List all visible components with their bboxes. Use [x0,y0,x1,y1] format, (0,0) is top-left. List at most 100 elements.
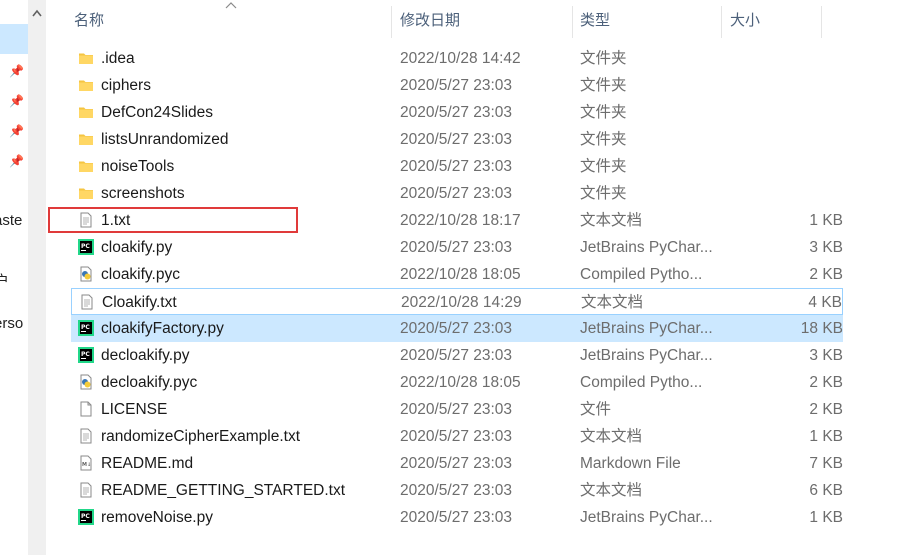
file-type: JetBrains PyChar... [580,509,713,526]
file-name: Cloakify.txt [102,294,177,311]
nav-item-label[interactable]: aste [0,212,22,229]
file-row[interactable]: .idea 2022/10/28 14:42 文件夹 [71,45,843,72]
file-size: 1 KB [809,212,843,229]
column-divider[interactable] [721,6,722,38]
pin-icon: 📌 [9,124,24,138]
file-size: 3 KB [809,347,843,364]
text-file-icon [78,428,94,444]
file-row[interactable]: PC removeNoise.py 2020/5/27 23:03 JetBrains… [71,504,843,531]
pin-icon: 📌 [9,94,24,108]
python-compiled-icon [78,374,94,390]
file-type: Markdown File [580,455,681,472]
file-type: 文件夹 [580,131,627,148]
pycharm-icon: PC [78,239,94,255]
file-type: 文本文档 [580,482,643,499]
column-divider[interactable] [391,6,392,38]
file-type: 文本文档 [580,428,643,445]
navigation-pane: 📌 📌 📌 📌 aste 户 erso [0,0,47,555]
file-type: 文件夹 [580,185,627,202]
file-row[interactable]: ciphers 2020/5/27 23:03 文件夹 [71,72,843,99]
file-name: removeNoise.py [101,509,213,526]
pin-icon: 📌 [9,64,24,78]
column-header-bar: 名称 修改日期 类型 大小 [47,0,911,40]
file-size: 2 KB [809,266,843,283]
file-row[interactable]: PC cloakify.py 2020/5/27 23:03 JetBrains Py… [71,234,843,261]
file-modified-date: 2020/5/27 23:03 [400,131,513,148]
file-name: randomizeCipherExample.txt [101,428,301,445]
file-type: 文件夹 [580,104,627,121]
svg-text:PC: PC [81,324,90,331]
nav-scrollbar[interactable] [28,0,46,555]
file-row[interactable]: LICENSE 2020/5/27 23:03 文件 2 KB [71,396,843,423]
nav-selected-item[interactable] [0,24,28,54]
column-header-size[interactable]: 大小 [730,0,760,40]
file-row[interactable]: M↓ README.md 2020/5/27 23:03 Markdown File 7… [71,450,843,477]
file-modified-date: 2022/10/28 18:17 [400,212,521,229]
pycharm-icon: PC [78,347,94,363]
file-type: JetBrains PyChar... [580,239,713,256]
file-row[interactable]: randomizeCipherExample.txt 2020/5/27 23:0… [71,423,843,450]
file-size: 2 KB [809,374,843,391]
file-row[interactable]: cloakify.pyc 2022/10/28 18:05 Compiled Pyt… [71,261,843,288]
file-modified-date: 2022/10/28 14:42 [400,50,521,67]
file-row[interactable]: Cloakify.txt 2022/10/28 14:29 文本文档 4 KB [71,288,843,315]
svg-text:PC: PC [81,243,90,250]
file-size: 1 KB [809,509,843,526]
file-name: cloakifyFactory.py [101,320,224,337]
pycharm-icon: PC [78,509,94,525]
file-size: 4 KB [808,294,842,311]
nav-item-label[interactable]: erso [0,315,23,332]
file-type: 文件夹 [580,158,627,175]
file-row[interactable]: PC cloakifyFactory.py 2020/5/27 23:03 JetBr… [71,315,843,342]
file-modified-date: 2020/5/27 23:03 [400,239,513,256]
file-name: README_GETTING_STARTED.txt [101,482,346,499]
file-modified-date: 2020/5/27 23:03 [400,347,513,364]
file-row[interactable]: noiseTools 2020/5/27 23:03 文件夹 [71,153,843,180]
blank-file-icon [78,401,94,417]
file-type: Compiled Pytho... [580,374,703,391]
file-name: noiseTools [101,158,175,175]
svg-text:PC: PC [81,351,90,358]
file-row[interactable]: screenshots 2020/5/27 23:03 文件夹 [71,180,843,207]
file-name: README.md [101,455,194,472]
file-row[interactable]: PC decloakify.py 2020/5/27 23:03 JetBrains … [71,342,843,369]
file-size: 2 KB [809,401,843,418]
file-type: Compiled Pytho... [580,266,703,283]
file-name: decloakify.py [101,347,190,364]
column-header-type[interactable]: 类型 [580,0,610,40]
file-row[interactable]: decloakify.pyc 2022/10/28 18:05 Compiled P… [71,369,843,396]
file-row[interactable]: listsUnrandomized 2020/5/27 23:03 文件夹 [71,126,843,153]
file-name: decloakify.pyc [101,374,198,391]
file-type: 文本文档 [581,294,644,311]
pycharm-icon: PC [78,320,94,336]
folder-icon [78,50,94,66]
file-type: 文本文档 [580,212,643,229]
file-name: cloakify.py [101,239,173,256]
annotation-highlight-box [48,207,298,233]
file-modified-date: 2020/5/27 23:03 [400,104,513,121]
file-row[interactable]: DefCon24Slides 2020/5/27 23:03 文件夹 [71,99,843,126]
pin-icon: 📌 [9,154,24,168]
file-modified-date: 2020/5/27 23:03 [400,185,513,202]
folder-icon [78,131,94,147]
file-name: LICENSE [101,401,168,418]
file-name: .idea [101,50,135,67]
folder-icon [78,77,94,93]
column-header-date[interactable]: 修改日期 [400,0,460,40]
file-modified-date: 2020/5/27 23:03 [400,509,513,526]
file-modified-date: 2022/10/28 14:29 [401,294,522,311]
file-name: screenshots [101,185,185,202]
file-row[interactable]: README_GETTING_STARTED.txt 2020/5/27 23:0… [71,477,843,504]
file-type: 文件 [580,401,612,418]
scroll-up-icon[interactable] [31,4,43,24]
file-size: 7 KB [809,455,843,472]
file-modified-date: 2020/5/27 23:03 [400,158,513,175]
column-header-name[interactable]: 名称 [74,0,104,40]
python-compiled-icon [78,266,94,282]
folder-icon [78,158,94,174]
file-modified-date: 2022/10/28 18:05 [400,266,521,283]
column-divider[interactable] [821,6,822,38]
column-divider[interactable] [572,6,573,38]
nav-item-label[interactable]: 户 [0,270,9,291]
file-name: cloakify.pyc [101,266,180,283]
